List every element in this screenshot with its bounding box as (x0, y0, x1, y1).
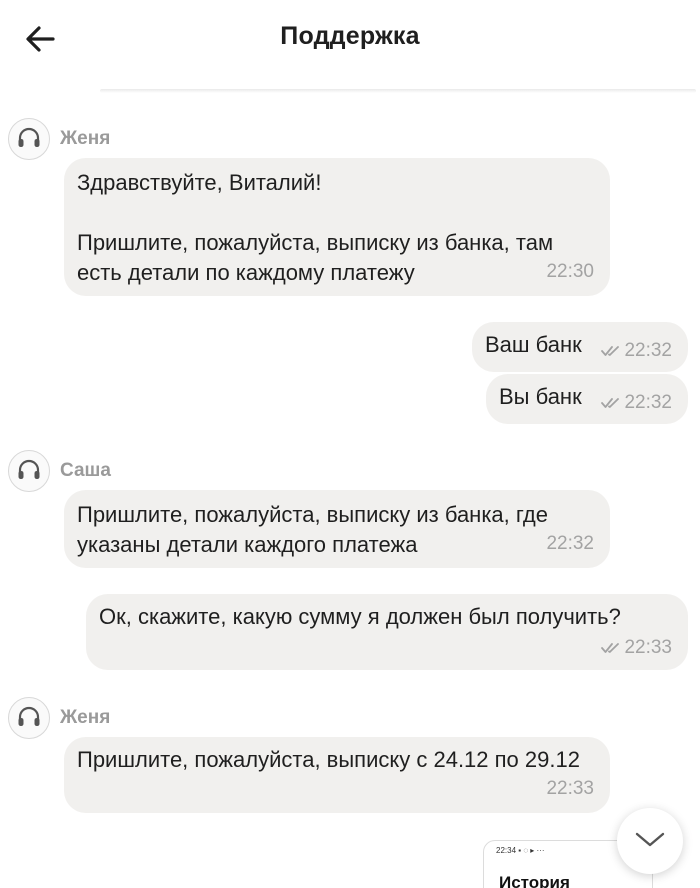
message-time: 22:30 (546, 261, 594, 282)
headset-icon (18, 127, 40, 147)
attachment-title: История (499, 873, 570, 888)
message-time: 22:32 (546, 533, 594, 554)
page-title: Поддержка (280, 22, 420, 50)
message-author: Женя (60, 128, 111, 149)
agent-avatar (8, 697, 50, 739)
scroll-down-button[interactable] (617, 808, 683, 874)
message-status: 22:33 (601, 633, 672, 663)
message-author: Женя (60, 707, 111, 728)
double-check-icon (601, 398, 620, 408)
message-text: Вы банк (499, 384, 582, 409)
headset-icon (18, 706, 40, 726)
chevron-down-icon (635, 832, 665, 847)
chat-header: Поддержка (0, 0, 700, 90)
message-bubble[interactable]: Пришлите, пожалуйста, выписку с 24.12 по… (64, 737, 610, 813)
headset-icon (18, 459, 40, 479)
message-bubble[interactable]: Здравствуйте, Виталий! Пришлите, пожалуй… (64, 158, 610, 296)
double-check-icon (601, 643, 620, 653)
message-status: 22:32 (601, 388, 672, 418)
message-text: Ок, скажите, какую сумму я должен был по… (99, 604, 621, 629)
message-text: Здравствуйте, Виталий! Пришлите, пожалуй… (77, 170, 554, 285)
attachment-status-bar: 22:34 ▪ ◌ ▸ ··· (496, 846, 545, 855)
message-time: 22:32 (624, 392, 672, 413)
message-text: Пришлите, пожалуйста, выписку с 24.12 по… (77, 747, 580, 772)
message-bubble[interactable]: Ваш банк 22:32 (472, 322, 688, 372)
message-status: 22:32 (601, 336, 672, 366)
message-text: Пришлите, пожалуйста, выписку из банка, … (77, 502, 549, 557)
message-time: 22:33 (624, 637, 672, 658)
header-divider (100, 89, 696, 93)
message-author: Саша (60, 460, 111, 481)
agent-avatar (8, 450, 50, 492)
message-text: Ваш банк (485, 332, 582, 357)
message-bubble[interactable]: Вы банк 22:32 (486, 374, 688, 424)
message-bubble[interactable]: Пришлите, пожалуйста, выписку из банка, … (64, 490, 610, 568)
double-check-icon (601, 346, 620, 356)
message-bubble[interactable]: Ок, скажите, какую сумму я должен был по… (86, 594, 688, 670)
attachment-status-time: 22:34 (496, 846, 517, 855)
agent-avatar (8, 118, 50, 160)
message-time: 22:33 (546, 778, 594, 799)
message-time: 22:32 (624, 340, 672, 361)
